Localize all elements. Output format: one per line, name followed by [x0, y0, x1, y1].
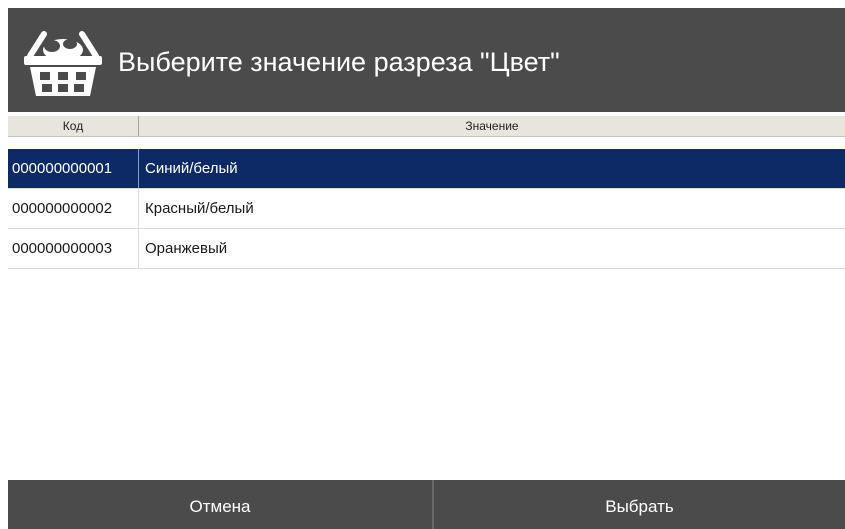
row-code: 000000000003: [8, 229, 139, 268]
table-row[interactable]: 000000000003 Оранжевый: [8, 229, 845, 269]
row-value: Оранжевый: [145, 240, 228, 257]
dialog-title: Выберите значение разреза "Цвет": [118, 47, 560, 77]
table-row[interactable]: 000000000001 Синий/белый: [8, 149, 845, 189]
cancel-button[interactable]: Отмена: [8, 480, 434, 529]
table-body: 000000000001 Синий/белый 000000000002 Кр…: [8, 149, 845, 269]
table-header: Код Значение: [8, 116, 845, 137]
row-code: 000000000001: [8, 149, 139, 188]
column-header-code[interactable]: Код: [8, 116, 139, 136]
select-button[interactable]: Выбрать: [434, 480, 845, 529]
row-code: 000000000002: [8, 189, 139, 228]
row-value: Красный/белый: [145, 200, 254, 217]
values-table[interactable]: Код Значение 000000000001 Синий/белый 00…: [8, 116, 845, 480]
basket-icon: [22, 26, 104, 98]
row-value: Синий/белый: [145, 160, 238, 177]
dialog-footer: Отмена Выбрать: [8, 480, 845, 529]
dialog-header: Выберите значение разреза "Цвет": [8, 8, 845, 112]
select-value-dialog: Выберите значение разреза "Цвет" Код Зна…: [8, 8, 845, 529]
table-row[interactable]: 000000000002 Красный/белый: [8, 189, 845, 229]
column-header-value[interactable]: Значение: [139, 116, 845, 136]
